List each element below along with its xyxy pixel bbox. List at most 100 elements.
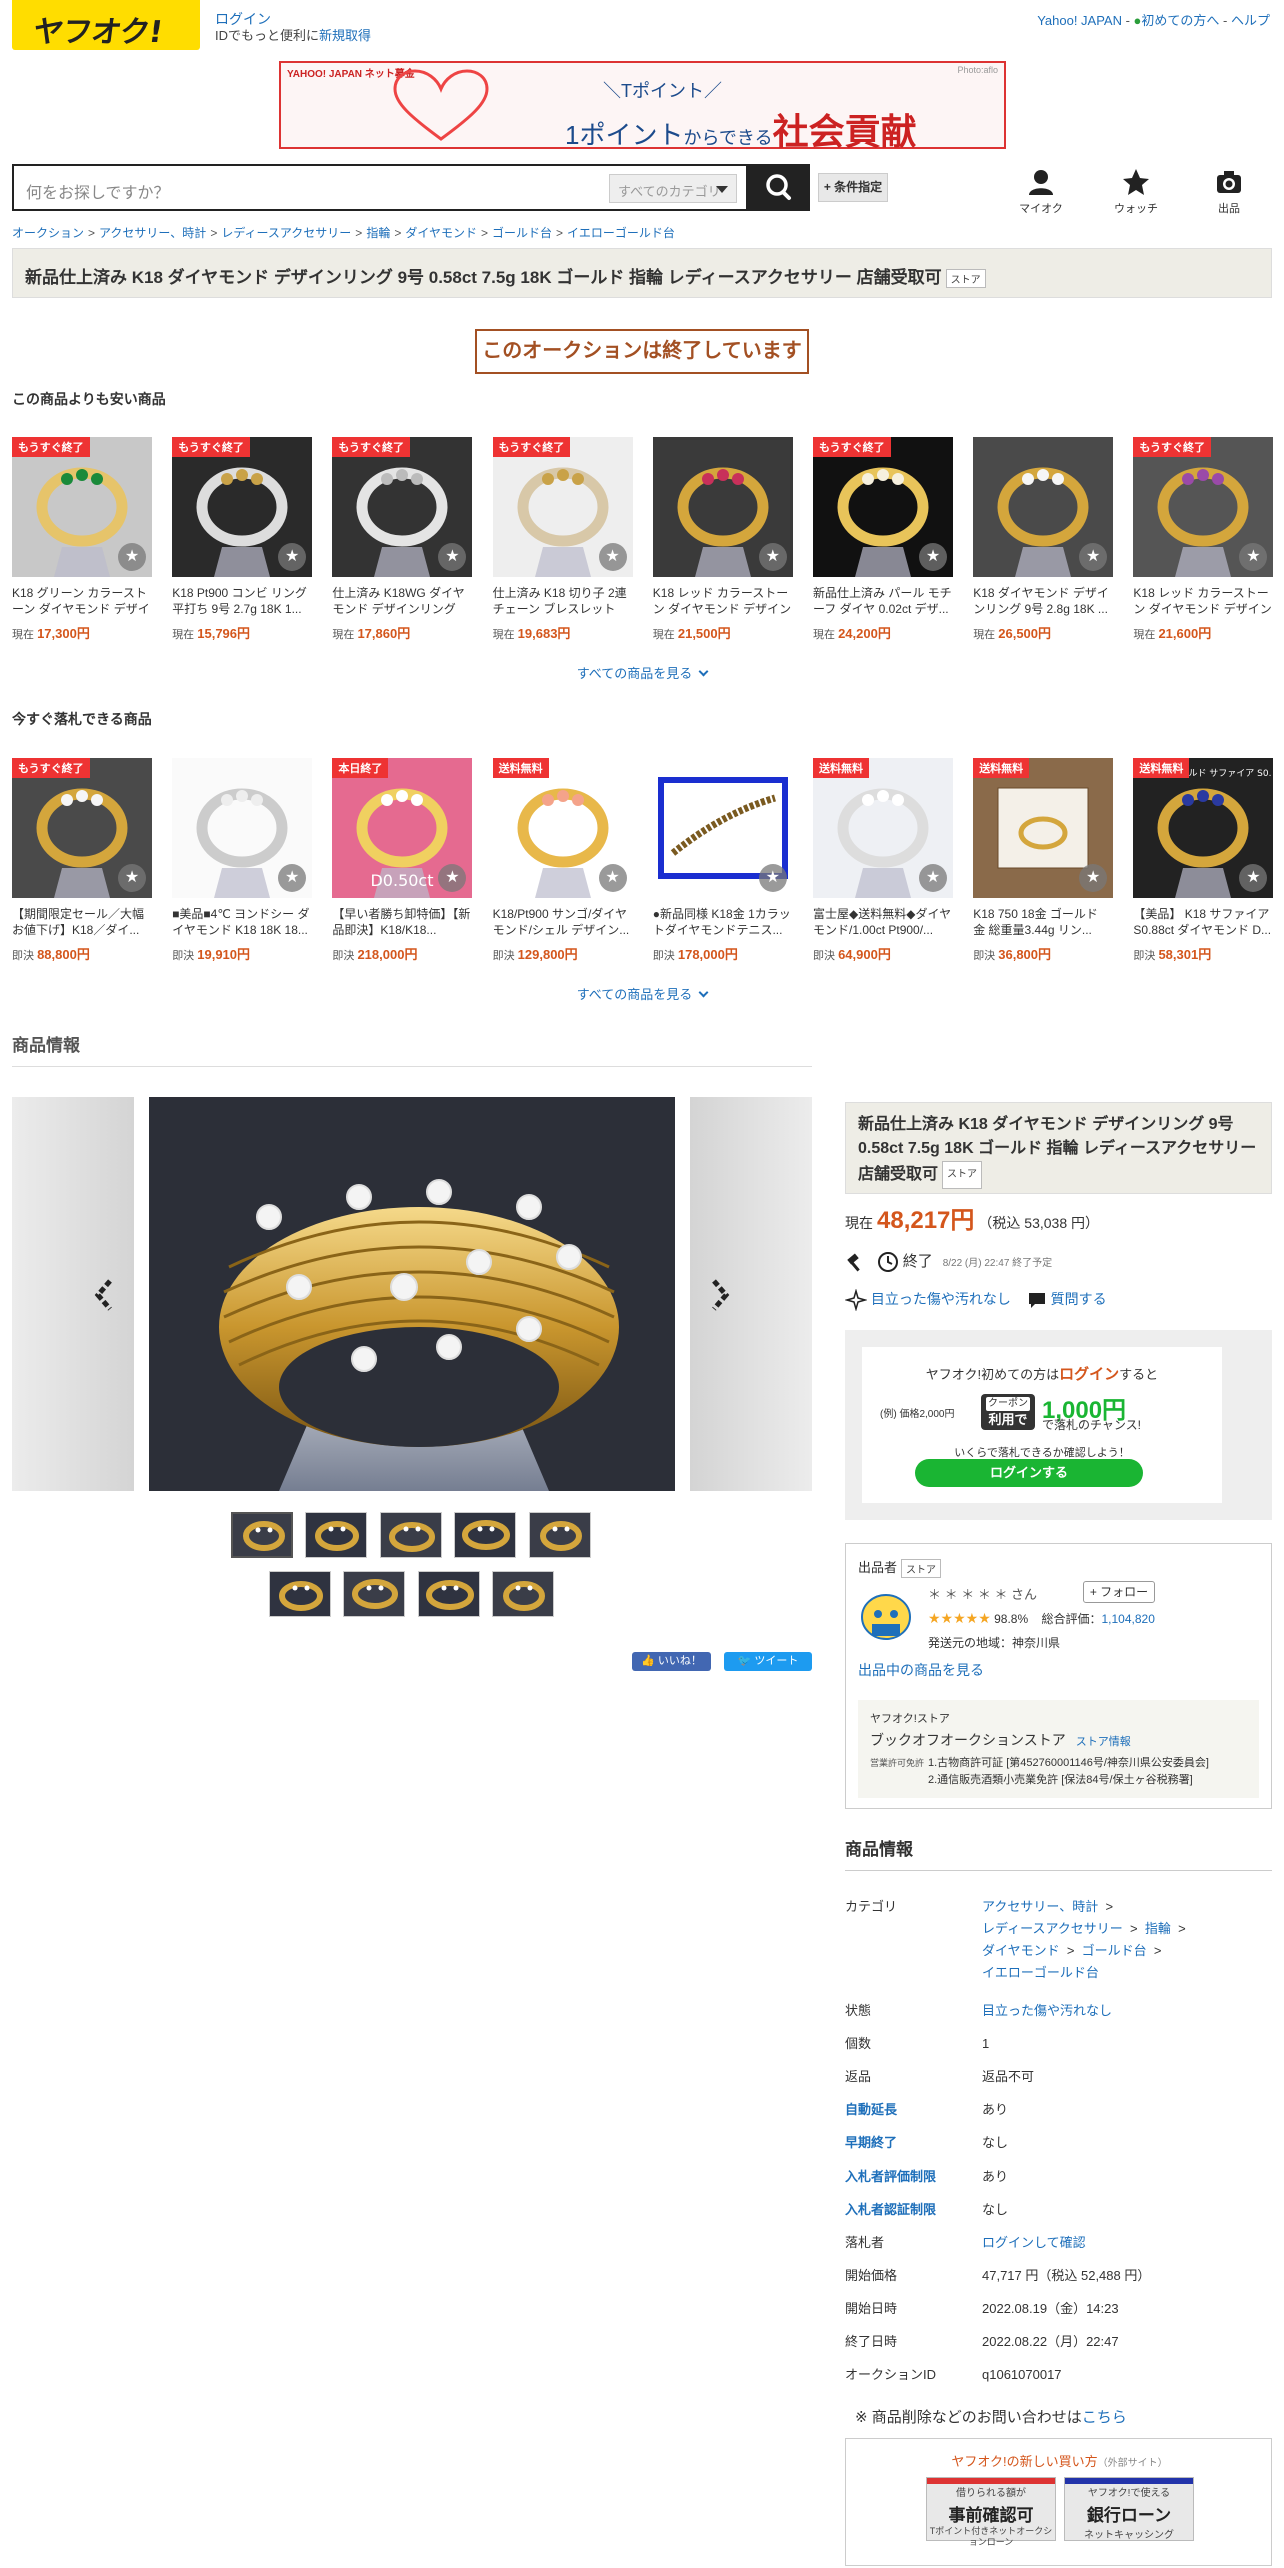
main-product-image[interactable] xyxy=(149,1097,675,1491)
gallery-thumbnail[interactable] xyxy=(380,1512,442,1558)
seller-name[interactable]: ＊ ＊ ＊ ＊ ＊ さん xyxy=(928,1584,1037,1603)
watch-star-icon[interactable]: ★ xyxy=(118,543,146,571)
bank-loan-button[interactable]: ヤフオク!で使える 銀行ローン ネットキャッシング xyxy=(1064,2477,1194,2541)
breadcrumb-link[interactable]: イエローゴールド台 xyxy=(567,226,675,240)
instant-item-card[interactable]: イエローゴールド サファイア S0. 送料無料 ★ 【美品】 K18 サファイア S0… xyxy=(1133,758,1274,963)
watch-star-icon[interactable]: ★ xyxy=(278,864,307,892)
charity-banner[interactable]: YAHOO! JAPAN ネット募金 Photo:aflo ＼Tポイント／ 1ポ… xyxy=(279,61,1006,152)
cheaper-item-card[interactable]: もうすぐ終了 ★ 新品仕上済み パール モチーフ ダイヤ 0.02ct デザ... 現… xyxy=(813,437,953,642)
item-name[interactable]: 【早い者勝ち卸特価】【新品即決】K18/K18... xyxy=(332,906,472,938)
first-time-link[interactable]: 初めての方へ xyxy=(1141,13,1219,28)
breadcrumb-link[interactable]: レディースアクセサリー xyxy=(221,226,351,240)
product-thumbnail[interactable]: イエローゴールド サファイア S0. 送料無料 ★ xyxy=(1133,758,1274,898)
item-name[interactable]: 新品仕上済み パール モチーフ ダイヤ 0.02ct デザ... xyxy=(813,585,953,617)
yahuoku-logo[interactable]: ヤフオク! xyxy=(12,0,200,50)
category-link[interactable]: 指輪 xyxy=(1145,1921,1171,1936)
product-thumbnail[interactable]: もうすぐ終了 ★ xyxy=(492,437,633,577)
category-link[interactable]: レディースアクセサリー xyxy=(982,1921,1123,1936)
next-arrow-icon[interactable] xyxy=(702,1278,732,1312)
category-link[interactable]: ダイヤモンド xyxy=(982,1943,1060,1958)
item-name[interactable]: 【期間限定セール／大幅お値下げ】K18／ダイ... xyxy=(12,906,152,938)
sell-button[interactable]: 出品 xyxy=(1199,167,1259,216)
instant-item-card[interactable]: 送料無料 ★ K18 750 18金 ゴールド 金 総重量3.44g リン... 即決… xyxy=(973,758,1114,963)
follow-button[interactable]: + フォロー xyxy=(1083,1581,1155,1603)
watch-star-icon[interactable]: ★ xyxy=(598,543,627,571)
seller-avatar[interactable] xyxy=(858,1592,914,1642)
detail-key[interactable]: 自動延長 xyxy=(845,2099,897,2118)
cheaper-item-card[interactable]: もうすぐ終了 ★ K18 Pt900 コンビ リング 平打ち 9号 2.7g 18K… xyxy=(172,437,313,642)
product-thumbnail[interactable]: ★ xyxy=(652,758,793,898)
tweet-button[interactable]: 🐦 ツイート xyxy=(724,1652,812,1671)
category-link[interactable]: ゴールド台 xyxy=(1082,1943,1147,1958)
category-select[interactable]: すべてのカテゴリ xyxy=(609,174,737,203)
detail-value-link[interactable]: ログインして確認 xyxy=(982,2235,1086,2250)
product-thumbnail[interactable]: もうすぐ終了 ★ xyxy=(813,437,953,577)
loan-precheck-button[interactable]: 借りられる額が 事前確認可 Tポイント付きネットオークションローン xyxy=(926,2477,1056,2547)
detail-key[interactable]: 入札者評価制限 xyxy=(845,2166,936,2185)
help-link[interactable]: ヘルプ xyxy=(1231,13,1270,28)
breadcrumb-link[interactable]: 指輪 xyxy=(366,226,390,240)
item-name[interactable]: K18 レッド カラーストーン ダイヤモンド デザインリ... xyxy=(653,585,793,617)
item-name[interactable]: ■美品■4℃ ヨンドシー ダイヤモンド K18 18K 18... xyxy=(172,906,312,938)
instant-see-all-link[interactable]: すべての商品を見る xyxy=(542,984,742,1003)
next-image-panel[interactable] xyxy=(690,1097,812,1491)
product-thumbnail[interactable]: もうすぐ終了 ★ xyxy=(332,437,473,577)
ask-question-link[interactable]: 質問する xyxy=(1051,1291,1107,1307)
product-thumbnail[interactable]: もうすぐ終了 ★ xyxy=(172,437,313,577)
watch-star-icon[interactable]: ★ xyxy=(1079,543,1108,571)
detail-key[interactable]: 早期終了 xyxy=(845,2132,897,2151)
gallery-thumbnail[interactable] xyxy=(269,1571,331,1617)
product-thumbnail[interactable]: ★ xyxy=(973,437,1114,577)
gallery-thumbnail[interactable] xyxy=(454,1512,516,1558)
product-thumbnail[interactable]: 送料無料 ★ xyxy=(973,758,1114,898)
detail-key[interactable]: 入札者認証制限 xyxy=(845,2199,936,2218)
cheaper-item-card[interactable]: ★ K18 ダイヤモンド デザインリング 9号 2.8g 18K ... 現在 26… xyxy=(973,437,1114,642)
item-name[interactable]: K18 レッド カラーストーン ダイヤモンド デザインリ... xyxy=(1133,585,1273,617)
cheaper-see-all-link[interactable]: すべての商品を見る xyxy=(542,663,742,682)
gallery-thumbnail[interactable] xyxy=(305,1512,367,1558)
product-thumbnail[interactable]: 送料無料 ★ xyxy=(492,758,633,898)
facebook-like-button[interactable]: 👍 いいね！ xyxy=(632,1652,711,1671)
item-name[interactable]: ●新品同様 K18金 1カラットダイヤモンドテニス... xyxy=(653,906,793,938)
watch-star-icon[interactable]: ★ xyxy=(919,864,947,892)
yahoo-japan-link[interactable]: Yahoo! JAPAN xyxy=(1037,13,1122,28)
cheaper-item-card[interactable]: ★ K18 レッド カラーストーン ダイヤモンド デザインリ... 現在 21,50… xyxy=(652,437,793,642)
breadcrumb-link[interactable]: オークション xyxy=(12,226,84,240)
detail-value-link[interactable]: 目立った傷や汚れなし xyxy=(982,2003,1112,2018)
category-link[interactable]: イエローゴールド台 xyxy=(982,1965,1099,1980)
product-thumbnail[interactable]: もうすぐ終了 ★ xyxy=(12,437,152,577)
breadcrumb-link[interactable]: ダイヤモンド xyxy=(405,226,477,240)
condition-link[interactable]: 目立った傷や汚れなし xyxy=(871,1291,1011,1307)
login-button[interactable]: ログインする xyxy=(915,1459,1143,1487)
cheaper-item-card[interactable]: もうすぐ終了 ★ K18 グリーン カラーストーン ダイヤモンド デザインリング現在… xyxy=(12,437,152,642)
instant-item-card[interactable]: ★ ■美品■4℃ ヨンドシー ダイヤモンド K18 18K 18... 即決 19,… xyxy=(172,758,313,963)
product-thumbnail[interactable]: もうすぐ終了 ★ xyxy=(12,758,152,898)
watch-star-icon[interactable]: ★ xyxy=(919,543,947,571)
myauction-button[interactable]: マイオク xyxy=(1011,167,1071,216)
item-name[interactable]: K18 グリーン カラーストーン ダイヤモンド デザインリング xyxy=(12,585,152,617)
breadcrumb-link[interactable]: ゴールド台 xyxy=(492,226,552,240)
search-button[interactable] xyxy=(748,164,810,211)
gallery-thumbnail[interactable] xyxy=(492,1571,554,1617)
watch-star-icon[interactable]: ★ xyxy=(1079,864,1108,892)
product-thumbnail[interactable]: 送料無料 ★ xyxy=(813,758,953,898)
signup-link[interactable]: 新規取得 xyxy=(319,28,371,43)
item-name[interactable]: 【美品】 K18 サファイア S0.88ct ダイヤモンド D... xyxy=(1133,906,1273,938)
watch-star-icon[interactable]: ★ xyxy=(278,543,307,571)
instant-item-card[interactable]: もうすぐ終了 ★ 【期間限定セール／大幅お値下げ】K18／ダイ... 即決 88,80… xyxy=(12,758,152,963)
instant-item-card[interactable]: ★ ●新品同様 K18金 1カラットダイヤモンドテニス... 即決 178,000円 xyxy=(652,758,793,963)
breadcrumb-link[interactable]: アクセサリー、時計 xyxy=(99,226,206,240)
item-name[interactable]: K18 Pt900 コンビ リング 平打ち 9号 2.7g 18K 1... xyxy=(172,585,312,617)
cheaper-item-card[interactable]: もうすぐ終了★ 仕上済み K18WG ダイヤモンド デザインリング 0.3... 現… xyxy=(332,437,473,642)
cheaper-item-card[interactable]: もうすぐ終了★ K18 レッド カラーストーン ダイヤモンド デザインリ... 現在… xyxy=(1133,437,1274,642)
item-name[interactable]: 富士屋◆送料無料◆ダイヤモンド/1.00ct Pt900/... xyxy=(813,906,953,938)
seller-listings-link[interactable]: 出品中の商品を見る xyxy=(858,1660,984,1680)
product-thumbnail[interactable]: もうすぐ終了 ★ xyxy=(1133,437,1274,577)
item-name[interactable]: 仕上済み K18 切り子 2連チェーン ブレスレット 1... xyxy=(493,585,633,617)
search-input[interactable]: 何をお探しですか？ xyxy=(26,179,170,203)
watch-button[interactable]: ウォッチ xyxy=(1106,167,1166,216)
item-name[interactable]: K18/Pt900 サンゴ/ダイヤモンド/シェル デザイン... xyxy=(493,906,633,938)
gallery-thumbnail[interactable] xyxy=(343,1571,405,1617)
product-thumbnail[interactable]: ★ xyxy=(172,758,313,898)
watch-star-icon[interactable]: ★ xyxy=(598,864,627,892)
